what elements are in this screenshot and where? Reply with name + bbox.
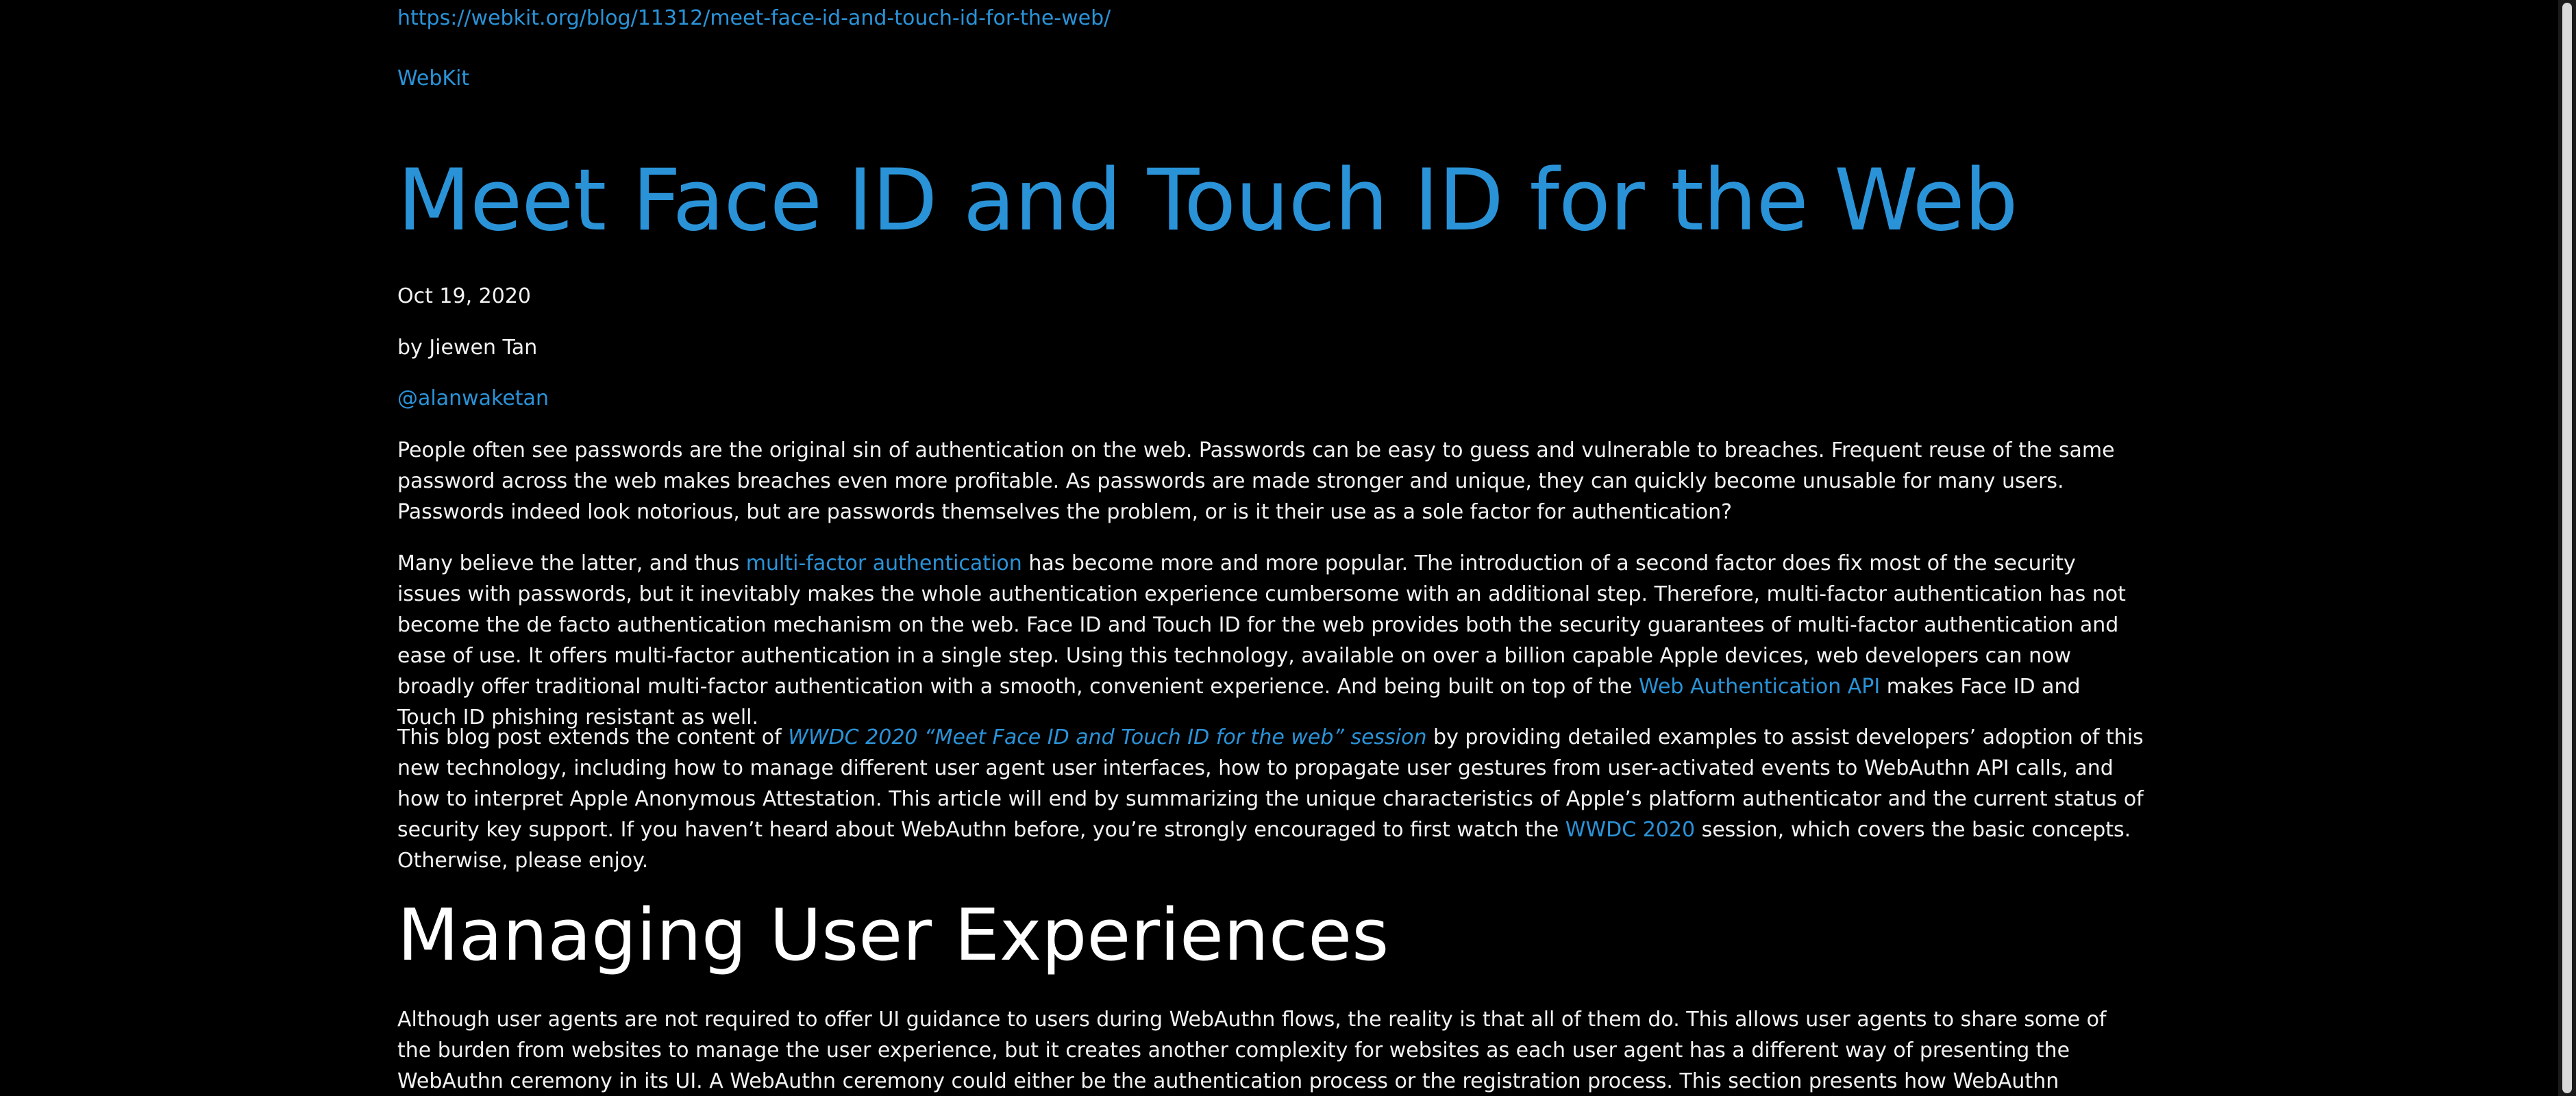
- post-title: Meet Face ID and Touch ID for the Web: [397, 151, 2018, 250]
- wwdc-2020-link[interactable]: WWDC 2020: [1565, 818, 1695, 842]
- mfa-paragraph: Many believe the latter, and thus multi-…: [397, 548, 2144, 733]
- web-authentication-api-link[interactable]: Web Authentication API: [1639, 675, 1880, 699]
- scrollbar-thumb[interactable]: [2562, 3, 2572, 1093]
- blog-scope-text-1: This blog post extends the content of: [397, 725, 789, 749]
- mfa-paragraph-text-1: Many believe the latter, and thus: [397, 551, 746, 575]
- post-byline: by Jiewen Tan: [397, 336, 538, 360]
- post-date: Oct 19, 2020: [397, 284, 531, 308]
- multi-factor-authentication-link[interactable]: multi-factor authentication: [746, 551, 1022, 575]
- blog-scope-paragraph: This blog post extends the content of WW…: [397, 722, 2144, 876]
- site-name-link[interactable]: WebKit: [397, 63, 469, 94]
- section-heading-managing-user-experiences: Managing User Experiences: [397, 893, 1389, 977]
- source-url-link[interactable]: https://webkit.org/blog/11312/meet-face-…: [397, 3, 1111, 34]
- author-handle-link[interactable]: @alanwaketan: [397, 383, 549, 414]
- user-experience-paragraph: Although user agents are not required to…: [397, 1008, 2107, 1093]
- vertical-scrollbar[interactable]: [2558, 0, 2576, 1096]
- intro-paragraph: People often see passwords are the origi…: [397, 438, 2115, 524]
- wwdc-session-link[interactable]: WWDC 2020 “Meet Face ID and Touch ID for…: [788, 725, 1426, 749]
